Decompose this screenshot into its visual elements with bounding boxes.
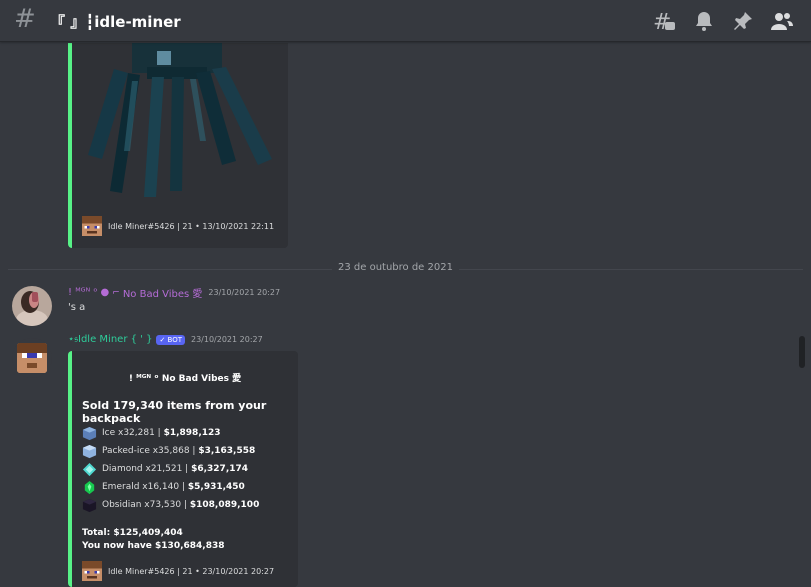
item-row-diamond: Diamond x21,521 | $6,327,174 — [82, 461, 248, 477]
date-divider-label: 23 de outubro de 2021 — [332, 262, 459, 273]
bot-avatar[interactable] — [12, 338, 52, 378]
packed-ice-block-icon — [82, 444, 97, 458]
user-avatar[interactable] — [12, 286, 52, 326]
item-value: $3,163,558 — [198, 446, 256, 456]
item-row-obsidian: Obsidian x73,530 | $108,089,100 — [82, 497, 259, 513]
embed-total: Total: $125,409,404 — [82, 528, 183, 538]
channel-hash-icon: # — [14, 4, 36, 34]
item-value: $6,327,174 — [191, 464, 249, 474]
item-name: Diamond x21,521 | — [102, 464, 189, 474]
item-value: $5,931,450 — [187, 482, 245, 492]
glasses-icon: ⌐ — [112, 287, 120, 298]
scrollbar-thumb[interactable] — [799, 336, 805, 368]
item-row-packed-ice: Packed-ice x35,868 | $3,163,558 — [82, 443, 255, 459]
previous-embed-footer-text: Idle Miner#5426 | 21 • 13/10/2021 22:11 — [108, 221, 275, 231]
bot-username[interactable]: ⋆𝔰Idle Miner { ' } — [68, 334, 152, 345]
item-name: Ice x32,281 | — [102, 428, 161, 438]
diamond-icon — [82, 462, 97, 476]
threads-icon[interactable]: # — [652, 9, 676, 33]
previous-embed-footer: Idle Miner#5426 | 21 • 13/10/2021 22:11 — [82, 216, 274, 236]
user-username[interactable]: No Bad Vibes 愛 — [123, 285, 203, 300]
item-row-emerald: Emerald x16,140 | $5,931,450 — [82, 479, 245, 495]
idle-miner-mini-avatar — [82, 216, 102, 236]
embed-now-have: You now have $130,684,838 — [82, 541, 225, 551]
bot-message-timestamp: 23/10/2021 20:27 — [191, 335, 263, 344]
idle-miner-mini-avatar — [82, 561, 102, 581]
item-name: Obsidian x73,530 | — [102, 500, 187, 510]
item-row-ice: Ice x32,281 | $1,898,123 — [82, 425, 221, 441]
item-value: $1,898,123 — [163, 428, 221, 438]
channel-name: 『 』┇idle-miner — [50, 13, 181, 31]
item-name: Emerald x16,140 | — [102, 482, 185, 492]
embed-author: ! ᴹᴳᴺ ᵒ No Bad Vibes 愛 — [128, 374, 242, 384]
flame-icon: ● — [100, 287, 110, 298]
glow-squid-image — [88, 43, 272, 197]
sell-embed-footer-text: Idle Miner#5426 | 21 • 23/10/2021 20:27 — [108, 566, 275, 576]
sell-embed-footer: Idle Miner#5426 | 21 • 23/10/2021 20:27 — [82, 561, 274, 581]
sell-embed: ! ᴹᴳᴺ ᵒ No Bad Vibes 愛 Sold 179,340 item… — [68, 351, 298, 587]
user-message-header: ! ᴹᴳᴺ ᵒ ● ⌐ No Bad Vibes 愛 23/10/2021 20… — [68, 285, 280, 300]
bot-message-header: ⋆𝔰Idle Miner { ' } ✓ BOT 23/10/2021 20:2… — [68, 334, 263, 345]
user-prefix[interactable]: ! ᴹᴳᴺ ᵒ — [68, 287, 98, 298]
embed-title: Sold 179,340 items from your backpack — [82, 399, 267, 425]
channel-header: # 『 』┇idle-miner # — [0, 0, 811, 42]
pinned-messages-icon[interactable] — [731, 9, 755, 33]
obsidian-block-icon — [82, 498, 97, 512]
user-message-text: 's a — [68, 302, 86, 313]
member-list-icon[interactable] — [770, 9, 794, 33]
user-message-timestamp: 23/10/2021 20:27 — [208, 288, 281, 297]
item-value: $108,089,100 — [189, 500, 260, 510]
message-list[interactable]: Idle Miner#5426 | 21 • 13/10/2021 22:11 … — [0, 43, 811, 587]
emerald-icon — [84, 480, 95, 494]
item-name: Packed-ice x35,868 | — [102, 446, 196, 456]
ice-block-icon — [82, 426, 97, 440]
bot-badge: ✓ BOT — [156, 334, 185, 345]
notification-bell-icon[interactable] — [692, 9, 716, 33]
